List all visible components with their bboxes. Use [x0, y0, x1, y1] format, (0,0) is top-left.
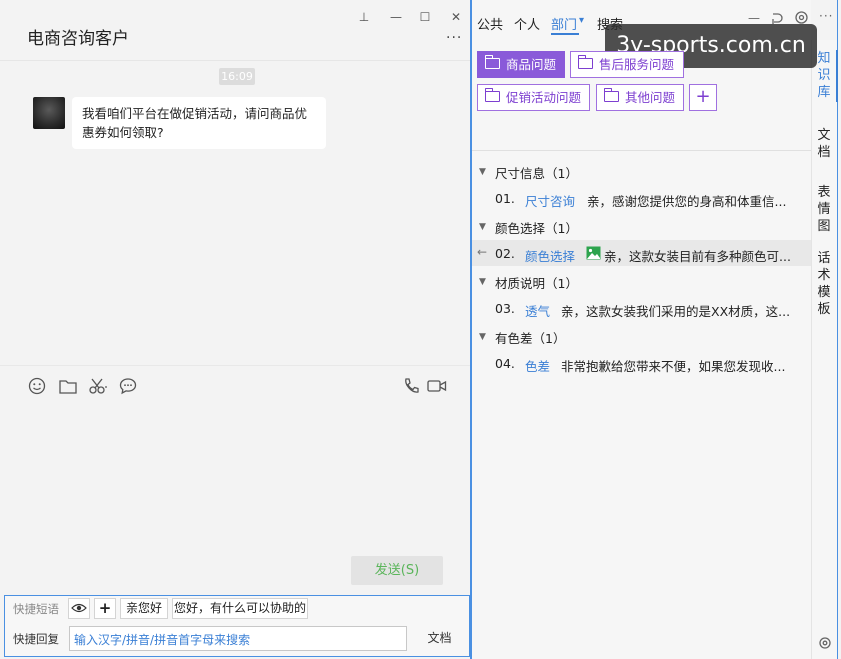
folder-icon — [577, 55, 593, 69]
item-number: 02. — [495, 246, 515, 261]
category-aftersales[interactable]: 售后服务问题 — [570, 51, 684, 78]
send-button[interactable]: 发送(S) — [351, 556, 443, 585]
image-icon — [586, 246, 601, 260]
item-number: 01. — [495, 191, 515, 206]
collapse-triangle-icon[interactable]: ▼ — [479, 332, 486, 342]
side-active-indicator — [836, 50, 838, 102]
category-promotion[interactable]: 促销活动问题 — [477, 84, 590, 111]
video-icon[interactable] — [427, 379, 447, 393]
eye-icon — [71, 603, 87, 613]
side-tab-scripts[interactable]: 话术模板 — [817, 250, 831, 318]
list-divider — [472, 150, 811, 151]
eye-toggle-button[interactable] — [68, 598, 90, 619]
collapse-triangle-icon[interactable]: ▼ — [479, 222, 486, 232]
add-phrase-button[interactable]: + — [94, 598, 116, 619]
collapse-triangle-icon[interactable]: ▼ — [479, 277, 486, 287]
folder-icon — [484, 88, 500, 102]
tab-department[interactable]: 部门 — [551, 14, 577, 33]
tab-public[interactable]: 公共 — [477, 14, 503, 33]
group-header[interactable]: 材质说明（1） — [495, 273, 578, 292]
item-answer[interactable]: 亲，这款女装目前有多种颜色可... — [604, 246, 801, 265]
quick-reply-label: 快捷回复 — [13, 632, 59, 646]
pin-icon[interactable]: ⊥ — [354, 10, 374, 24]
category-label: 商品问题 — [506, 57, 557, 72]
item-tag[interactable]: 色差 — [525, 356, 550, 375]
document-button[interactable]: 文档 — [412, 626, 467, 651]
side-tab-documents[interactable]: 文档 — [817, 127, 831, 161]
more-icon[interactable]: ··· — [819, 9, 833, 23]
undo-icon[interactable] — [770, 11, 784, 25]
collapse-triangle-icon[interactable]: ▼ — [479, 167, 486, 177]
folder-icon[interactable] — [59, 378, 77, 394]
scissors-icon[interactable] — [88, 377, 108, 395]
group-header[interactable]: 有色差（1） — [495, 328, 565, 347]
more-options-icon[interactable]: ··· — [446, 30, 462, 46]
category-label: 其他问题 — [625, 90, 676, 105]
side-tab-knowledge-base[interactable]: 知识库 — [817, 50, 831, 101]
add-category-button[interactable]: + — [689, 84, 717, 111]
toolbar-divider — [0, 365, 470, 366]
close-icon[interactable]: ✕ — [446, 10, 466, 24]
minimize-icon[interactable]: — — [748, 11, 760, 25]
emoji-icon[interactable] — [28, 377, 46, 395]
customer-avatar[interactable] — [33, 97, 65, 129]
settings-gear-icon[interactable] — [818, 636, 832, 650]
title-divider — [0, 60, 470, 61]
item-number: 03. — [495, 301, 515, 316]
chat-bubble-icon[interactable] — [119, 377, 137, 395]
side-tab-stickers[interactable]: 表情图 — [817, 184, 831, 235]
folder-icon — [484, 55, 500, 69]
chat-title: 电商咨询客户 — [27, 29, 129, 49]
settings-gear-icon[interactable] — [794, 10, 809, 25]
phrase-chip-help[interactable]: 您好，有什么可以协助的 — [172, 598, 308, 619]
category-product[interactable]: 商品问题 — [477, 51, 565, 78]
message-time: 16:09 — [219, 68, 255, 85]
item-tag[interactable]: 透气 — [525, 301, 550, 320]
group-header[interactable]: 尺寸信息（1） — [495, 163, 578, 182]
item-number: 04. — [495, 356, 515, 371]
category-other[interactable]: 其他问题 — [596, 84, 684, 111]
category-label: 售后服务问题 — [599, 57, 675, 72]
phrase-chip-hello[interactable]: 亲您好 — [120, 598, 168, 619]
chevron-down-icon[interactable]: ▾ — [579, 15, 584, 26]
maximize-icon[interactable]: ☐ — [415, 10, 435, 24]
category-label: 促销活动问题 — [506, 90, 582, 105]
item-answer[interactable]: 非常抱歉给您带来不便，如果您发现收... — [561, 356, 801, 375]
item-answer[interactable]: 亲，这款女装我们采用的是XX材质，这... — [561, 301, 801, 320]
item-answer[interactable]: 亲，感谢您提供您的身高和体重信... — [587, 191, 801, 210]
minimize-icon[interactable]: — — [386, 10, 406, 24]
item-tag[interactable]: 颜色选择 — [525, 246, 575, 265]
quick-reply-search-input[interactable]: 输入汉字/拼音/拼音首字母来搜索 — [69, 626, 407, 651]
message-bubble: 我看咱们平台在做促销活动，请问商品优惠券如何领取? — [72, 97, 326, 149]
folder-icon — [603, 88, 619, 102]
active-tab-indicator — [551, 33, 579, 35]
phone-icon[interactable] — [402, 377, 420, 395]
quick-phrase-label: 快捷短语 — [13, 602, 59, 616]
item-tag[interactable]: 尺寸咨询 — [525, 191, 575, 210]
send-arrow-icon[interactable]: ← — [477, 245, 487, 259]
tab-personal[interactable]: 个人 — [514, 14, 540, 33]
group-header[interactable]: 颜色选择（1） — [495, 218, 578, 237]
